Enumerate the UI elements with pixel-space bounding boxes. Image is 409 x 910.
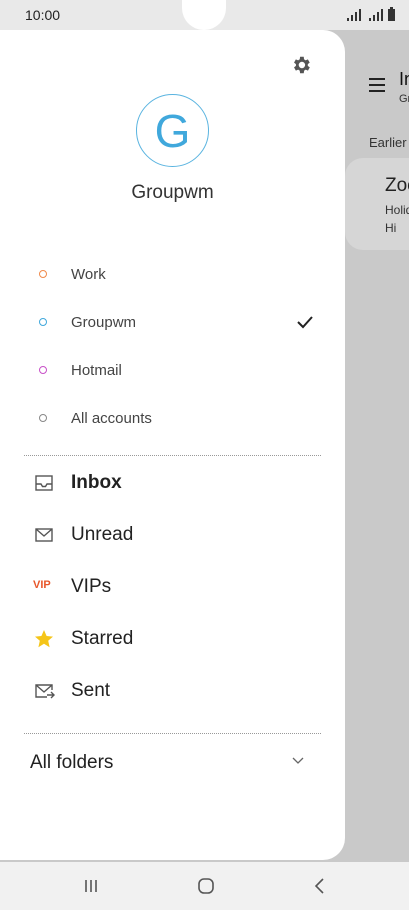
system-nav-bar [0,862,409,910]
signal-icon [347,18,349,21]
envelope-icon [35,528,53,542]
hamburger-menu-icon[interactable] [369,78,385,96]
status-icons [347,7,395,21]
home-icon[interactable] [194,876,218,896]
back-icon[interactable] [308,876,332,896]
account-label: All accounts [71,410,152,427]
account-color-dot [39,270,47,278]
folder-item-sent[interactable]: Sent [0,668,345,714]
account-label: Hotmail [71,362,122,379]
status-bar: 10:00 [0,0,409,30]
signal-bar [377,12,379,21]
signal-bar [381,9,383,21]
account-label: Groupwm [71,314,137,331]
chevron-down-icon[interactable] [291,754,305,768]
email-preview: Hi [385,221,397,235]
folder-label: Unread [71,524,134,545]
mailbox-title: Inbox [399,69,409,89]
email-subject: Holiday [385,203,409,217]
signal-bar [351,15,353,21]
account-item-groupwm[interactable]: Groupwm [0,303,345,343]
account-item-work[interactable]: Work [0,255,345,295]
divider [24,733,321,734]
account-label: Work [71,266,106,283]
folder-item-starred[interactable]: Starred [0,616,345,662]
account-color-dot [39,414,47,422]
folder-label: Inbox [71,472,122,493]
vip-icon: VIP [33,579,51,591]
divider [24,455,321,456]
recent-apps-icon[interactable] [79,876,103,896]
all-folders-label: All folders [30,752,114,773]
folder-label: Starred [71,628,134,649]
inbox-icon [35,475,53,491]
mailbox-subtitle: Groupwm [399,93,409,105]
section-header: Earlier [369,135,407,150]
all-folders-row[interactable]: All folders [0,744,345,784]
star-icon [35,630,53,648]
signal-icon-2 [369,18,371,21]
camera-notch [182,0,226,30]
navigation-drawer: G Groupwm Work Groupwm Hotmail All accou… [0,30,345,860]
folder-item-unread[interactable]: Unread [0,512,345,558]
folder-label: Sent [71,680,111,701]
email-sender: Zoe [385,175,409,196]
folder-item-inbox[interactable]: Inbox [0,460,345,506]
account-color-dot [39,366,47,374]
account-avatar[interactable]: G [136,94,209,167]
settings-gear-icon[interactable] [290,54,312,76]
signal-bar [359,9,361,21]
checkmark-icon [297,316,313,329]
folder-item-vips[interactable]: VIP VIPs [0,564,345,610]
account-color-dot [39,318,47,326]
account-item-hotmail[interactable]: Hotmail [0,351,345,391]
account-name: Groupwm [131,182,214,203]
signal-bar [373,15,375,21]
sent-icon [35,684,55,699]
status-time: 10:00 [25,7,61,23]
battery-icon [388,7,395,21]
signal-bar [355,12,357,21]
account-item-all-accounts[interactable]: All accounts [0,399,345,439]
folder-label: VIPs [71,576,112,597]
